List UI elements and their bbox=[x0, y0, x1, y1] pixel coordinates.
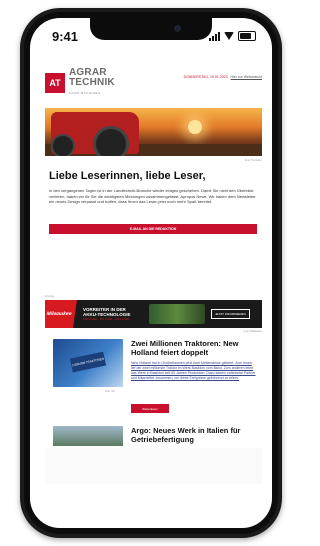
article-1-caption: Foto: NH bbox=[105, 390, 116, 393]
phone-screen: 9:41 AT AGRAR TECHNIK FARM MACHINES DONN… bbox=[30, 18, 272, 528]
article-1-title[interactable]: Zwei Millionen Traktoren: New Holland fe… bbox=[131, 339, 257, 357]
ad-subline: M18 FUEL · MX FUEL · M12 FUEL bbox=[83, 316, 130, 321]
logo-wordmark: AGRAR TECHNIK FARM MACHINES bbox=[69, 68, 115, 98]
ad-product-image bbox=[149, 304, 205, 324]
article-2-title[interactable]: Argo: Neues Werk in Italien für Getriebe… bbox=[131, 426, 257, 444]
hero-sun bbox=[188, 120, 202, 134]
battery-icon bbox=[238, 31, 256, 41]
ad-headline: VORREITER IN DER AKKU-TECHNOLOGIE M18 FU… bbox=[83, 307, 145, 322]
tractor-front-wheel bbox=[51, 134, 75, 156]
status-icons bbox=[209, 31, 256, 41]
logo-line-2: TECHNIK bbox=[69, 77, 115, 88]
intro-text: in den vergangenen Tagen ist in der Land… bbox=[49, 188, 256, 204]
ad-caption: Foto: Milwaukee bbox=[243, 330, 262, 333]
tractor-rear-wheel bbox=[93, 126, 129, 156]
hero-image[interactable] bbox=[45, 108, 262, 156]
phone-frame: 9:41 AT AGRAR TECHNIK FARM MACHINES DONN… bbox=[20, 8, 282, 538]
web-view-link[interactable]: Hier zur Webansicht bbox=[231, 75, 262, 79]
wifi-icon bbox=[224, 32, 234, 40]
newsletter-content[interactable]: AT AGRAR TECHNIK FARM MACHINES DONNERSTA… bbox=[45, 64, 262, 484]
article-2-image[interactable] bbox=[53, 426, 123, 446]
brand-logo[interactable]: AT AGRAR TECHNIK FARM MACHINES bbox=[45, 68, 115, 98]
status-time: 9:41 bbox=[52, 29, 79, 44]
hero-caption: Foto: Hersteller bbox=[244, 159, 262, 162]
issue-date: DONNERSTAG, 19.01.2023 bbox=[183, 75, 228, 79]
article-1-teaser[interactable]: New Holland hat in Großbritannien jetzt … bbox=[131, 361, 257, 381]
email-editors-button[interactable]: E-MAIL AN DIE REDAKTION bbox=[49, 224, 257, 234]
content-bottom-area bbox=[45, 448, 262, 484]
article-1-image[interactable]: 2.000.000 TRAKTOREN bbox=[53, 339, 123, 387]
phone-notch bbox=[90, 18, 212, 40]
logo-mark: AT bbox=[45, 73, 65, 93]
logo-tagline: FARM MACHINES bbox=[69, 91, 101, 95]
greeting-heading: Liebe Leserinnen, liebe Leser, bbox=[49, 170, 206, 182]
article-1-read-more-button[interactable]: Weiterlesen bbox=[131, 404, 169, 413]
signal-icon bbox=[209, 31, 220, 41]
ad-label: Anzeige bbox=[45, 295, 55, 298]
ad-banner[interactable]: Milwaukee VORREITER IN DER AKKU-TECHNOLO… bbox=[45, 300, 262, 328]
ad-cta-button[interactable]: JETZT INFORMIEREN bbox=[211, 309, 250, 319]
ad-brand-logo: Milwaukee bbox=[45, 300, 77, 328]
article-1-image-sign: 2.000.000 TRAKTOREN bbox=[69, 351, 107, 373]
topline: DONNERSTAG, 19.01.2023 Hier zur Webansich… bbox=[184, 75, 262, 79]
camera-icon bbox=[174, 25, 181, 32]
